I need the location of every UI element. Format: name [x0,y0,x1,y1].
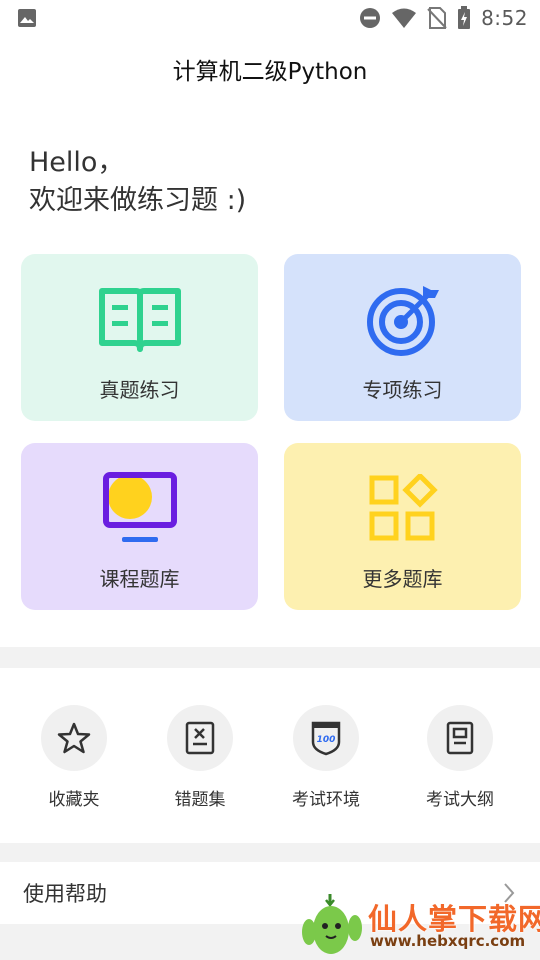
shortcut-row: 收藏夹 错题集 100 考试环境 考试大纲 [0,668,540,843]
image-notification-icon [18,9,36,27]
app-bar: 计算机二级Python [0,36,540,102]
shortcut-exam-outline[interactable]: 考试大纲 [410,705,510,810]
card-real-exam-practice[interactable]: 真题练习 [21,254,258,421]
card-label: 更多题库 [362,567,443,591]
wrong-doc-icon [185,721,215,755]
clock: 8:52 [481,6,528,30]
target-icon [361,278,445,362]
shortcut-favorites[interactable]: 收藏夹 [24,705,124,810]
shortcut-circle [41,705,107,771]
do-not-disturb-icon [360,8,381,28]
card-label: 课程题库 [99,567,180,591]
shortcut-label: 收藏夹 [48,790,100,810]
shortcut-circle [427,705,493,771]
card-topic-practice[interactable]: 专项练习 [284,254,521,421]
page-title: 计算机二级Python [172,59,368,85]
status-bar: 8:52 [0,0,540,36]
card-label: 专项练习 [362,378,443,402]
monitor-icon [98,467,182,551]
shortcut-circle: 100 [293,705,359,771]
watermark-url: www.hebxqrc.com [370,932,526,950]
star-icon [57,722,91,754]
watermark: 仙人掌下载网 www.hebxqrc.com [300,892,540,960]
shortcut-wrong-questions[interactable]: 错题集 [150,705,250,810]
battery-charging-icon [458,6,471,29]
shortcut-exam-environment[interactable]: 100 考试环境 [276,705,376,810]
card-label: 真题练习 [99,378,180,402]
greeting: Hello， 欢迎来做练习题 :) [29,144,246,220]
exam-badge-icon: 100 [311,721,341,756]
main-section: Hello， 欢迎来做练习题 :) 真题练习 专项练习 课程题库 更多题库 [0,102,540,647]
wifi-icon [392,8,417,28]
no-sim-icon [427,7,447,29]
shortcut-label: 考试环境 [292,790,360,810]
greeting-line-1: Hello， [29,147,125,178]
grid-icon [361,467,445,551]
card-course-bank[interactable]: 课程题库 [21,443,258,610]
open-book-icon [98,278,182,362]
svg-text:100: 100 [317,735,336,745]
shortcut-label: 考试大纲 [426,790,494,810]
shortcut-circle [167,705,233,771]
cactus-logo-icon [302,894,362,954]
greeting-line-2: 欢迎来做练习题 :) [29,185,247,216]
outline-doc-icon [446,721,474,755]
card-more-banks[interactable]: 更多题库 [284,443,521,610]
help-label: 使用帮助 [23,882,107,906]
shortcut-label: 错题集 [174,790,226,810]
